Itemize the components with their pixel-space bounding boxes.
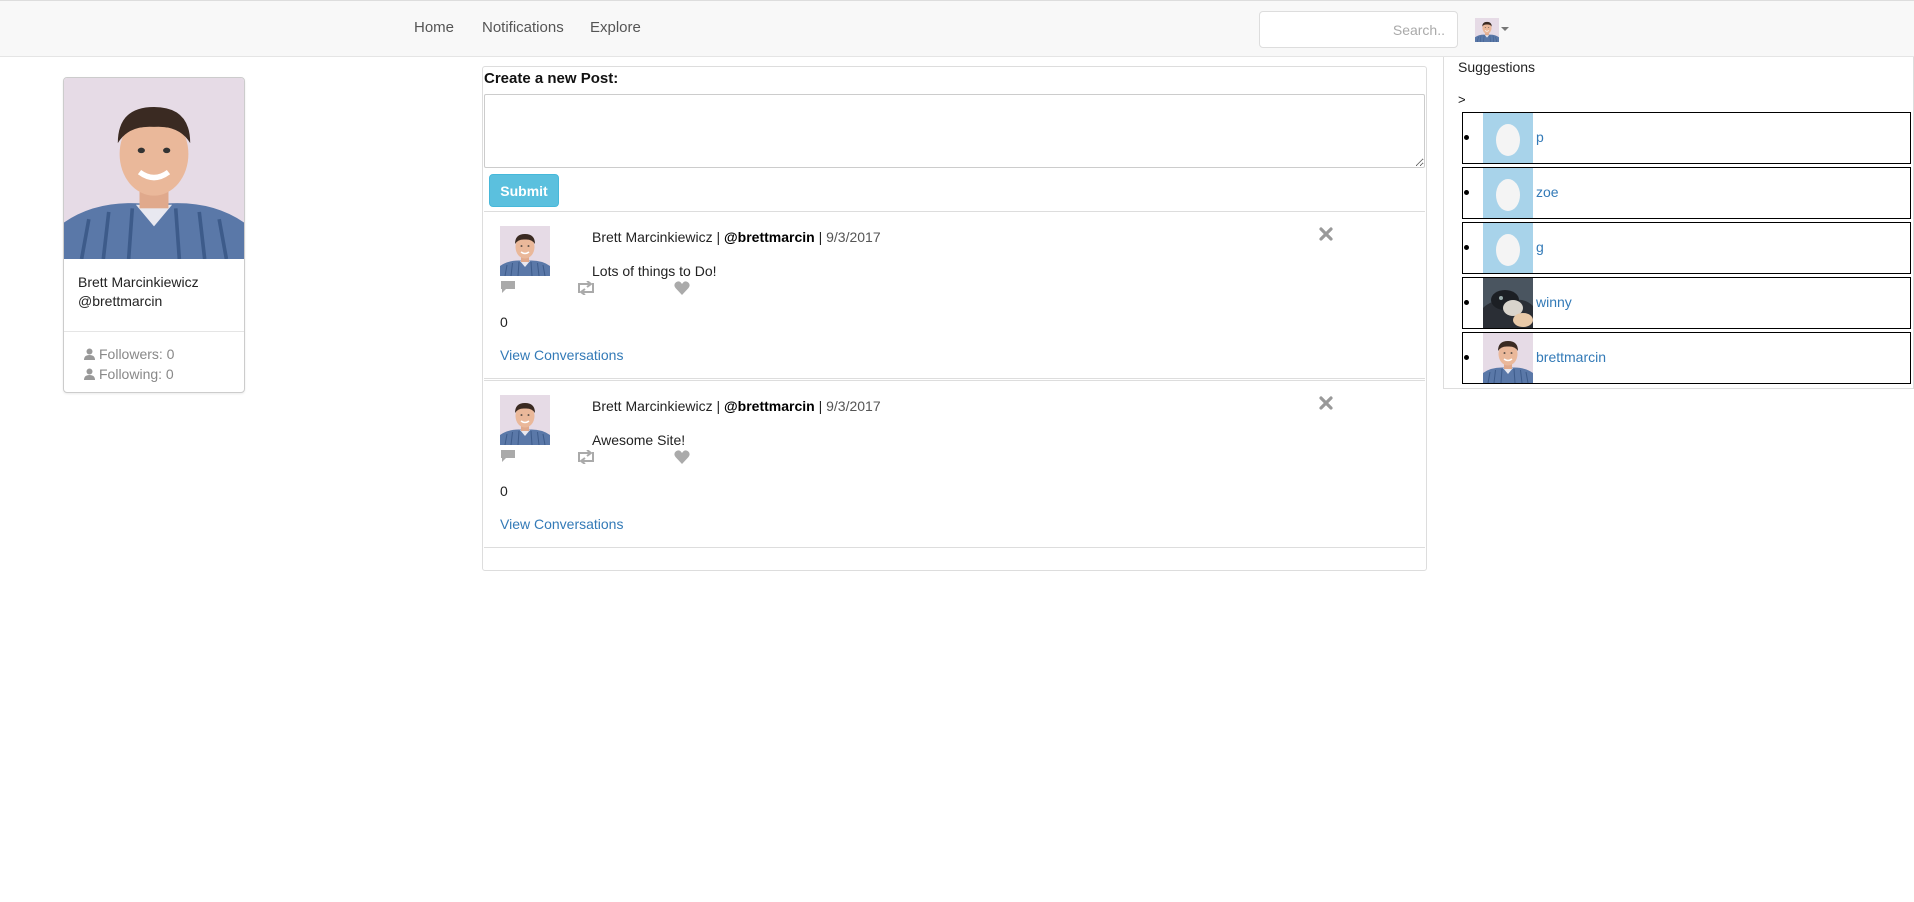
meta-separator: | (712, 229, 725, 245)
heart-icon[interactable] (674, 281, 690, 295)
meta-separator: | (712, 398, 725, 414)
nav-explore-link[interactable]: Explore (590, 19, 641, 36)
user-icon (84, 348, 95, 360)
post-author: Brett Marcinkiewicz (592, 398, 713, 414)
user-menu-avatar[interactable] (1475, 18, 1499, 42)
post-card: Brett Marcinkiewicz | @brettmarcin | 9/3… (484, 380, 1425, 548)
post-meta: Brett Marcinkiewicz | @brettmarcin | 9/3… (592, 398, 881, 414)
retweet-icon[interactable] (576, 450, 596, 464)
suggestion-name[interactable]: brettmarcin (1536, 349, 1606, 365)
bullet (1464, 300, 1469, 305)
post-handle[interactable]: @brettmarcin (724, 398, 815, 414)
post-textarea[interactable] (484, 94, 1425, 168)
post-author-avatar[interactable] (500, 395, 550, 445)
followers-stat: Followers: 0 (84, 346, 174, 362)
suggestion-name[interactable]: p (1536, 129, 1544, 145)
feed-panel: Create a new Post: Submit Brett Marcinki… (482, 66, 1427, 571)
suggestion-item[interactable]: g (1462, 222, 1911, 274)
suggestion-name[interactable]: g (1536, 239, 1544, 255)
egg-avatar (1483, 223, 1533, 273)
post-text: Lots of things to Do! (592, 263, 717, 279)
bullet (1464, 245, 1469, 250)
egg-avatar (1483, 113, 1533, 163)
profile-card: Brett Marcinkiewicz @brettmarcin Followe… (63, 77, 245, 393)
profile-handle: @brettmarcin (78, 293, 163, 309)
create-post-label: Create a new Post: (484, 70, 619, 87)
close-icon[interactable] (1319, 396, 1333, 410)
profile-photo (64, 78, 244, 259)
search-input[interactable] (1259, 11, 1458, 48)
close-icon[interactable] (1319, 227, 1333, 241)
nav-notifications-link[interactable]: Notifications (482, 19, 564, 36)
suggestion-item[interactable]: p (1462, 112, 1911, 164)
following-stat: Following: 0 (84, 366, 174, 382)
post-text: Awesome Site! (592, 432, 686, 448)
bullet (1464, 355, 1469, 360)
retweet-icon[interactable] (576, 281, 596, 295)
suggestion-name[interactable]: winny (1536, 294, 1572, 310)
post-author: Brett Marcinkiewicz (592, 229, 713, 245)
post-card: Brett Marcinkiewicz | @brettmarcin | 9/3… (484, 211, 1425, 379)
user-icon (84, 368, 95, 380)
chevron-down-icon[interactable] (1501, 27, 1509, 31)
heart-icon[interactable] (674, 450, 690, 464)
nav-home-link[interactable]: Home (414, 19, 454, 36)
comment-icon[interactable] (500, 280, 516, 294)
submit-button[interactable]: Submit (489, 174, 559, 207)
suggestion-item[interactable]: winny (1462, 277, 1911, 329)
profile-name: Brett Marcinkiewicz (78, 274, 199, 290)
suggestion-item[interactable]: zoe (1462, 167, 1911, 219)
meta-separator: | (814, 398, 827, 414)
meta-separator: | (814, 229, 827, 245)
suggestion-name[interactable]: zoe (1536, 184, 1559, 200)
suggestions-marker: > (1458, 92, 1466, 107)
post-date: 9/3/2017 (826, 229, 881, 245)
suggestions-title: Suggestions (1458, 59, 1536, 75)
following-label: Following: 0 (99, 366, 174, 382)
post-count: 0 (500, 314, 508, 330)
egg-avatar (1483, 168, 1533, 218)
post-handle[interactable]: @brettmarcin (724, 229, 815, 245)
top-navbar: Home Notifications Explore (0, 0, 1914, 57)
comment-icon[interactable] (500, 449, 516, 463)
view-conversations-link[interactable]: View Conversations (500, 347, 623, 363)
suggestions-panel: Suggestions > p zoe g winny brettmarcin (1443, 57, 1914, 389)
view-conversations-link[interactable]: View Conversations (500, 516, 623, 532)
followers-label: Followers: 0 (99, 346, 175, 362)
post-author-avatar[interactable] (500, 226, 550, 276)
bullet (1464, 190, 1469, 195)
post-count: 0 (500, 483, 508, 499)
divider (64, 331, 244, 332)
user-photo (1483, 333, 1533, 383)
post-meta: Brett Marcinkiewicz | @brettmarcin | 9/3… (592, 229, 881, 245)
suggestion-item[interactable]: brettmarcin (1462, 332, 1911, 384)
pet-photo (1483, 278, 1533, 328)
post-date: 9/3/2017 (826, 398, 881, 414)
bullet (1464, 135, 1469, 140)
